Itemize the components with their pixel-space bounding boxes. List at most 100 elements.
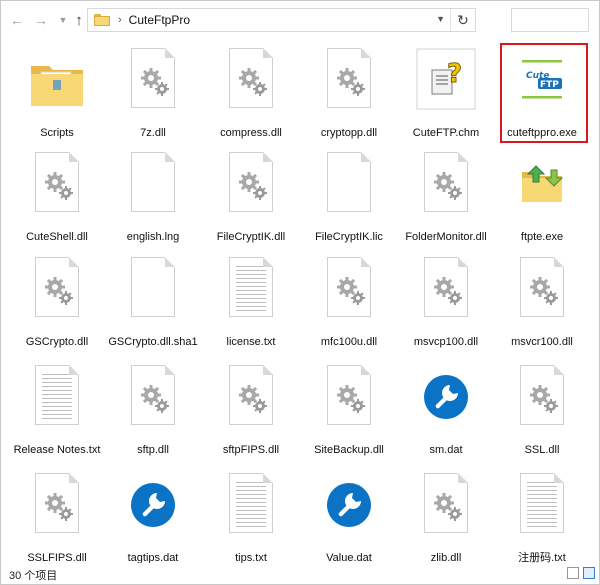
file-item[interactable]: SSL.dll <box>495 359 589 465</box>
file-item[interactable]: msvcr100.dll <box>495 251 589 357</box>
text-file-icon <box>229 473 273 533</box>
file-icon-wrap <box>25 48 89 124</box>
details-view-icon[interactable] <box>567 567 579 579</box>
file-icon-wrap <box>317 257 381 333</box>
text-file-icon <box>520 473 564 533</box>
file-item[interactable]: FileCryptIK.dll <box>204 146 298 252</box>
wrench-icon <box>424 375 468 419</box>
breadcrumb-chevron-icon[interactable]: › <box>118 14 122 26</box>
dll-file-icon <box>35 257 79 317</box>
file-icon-wrap <box>219 152 283 228</box>
file-name: Scripts <box>40 127 74 139</box>
file-name: ftpte.exe <box>520 231 564 243</box>
dll-file-icon <box>131 365 175 425</box>
file-name: english.lng <box>126 231 180 243</box>
file-item[interactable]: SiteBackup.dll <box>302 359 396 465</box>
file-item[interactable]: FileCryptIK.lic <box>302 146 396 252</box>
file-icon-wrap <box>414 152 478 228</box>
help-file-icon: ? <box>416 48 476 110</box>
file-item[interactable]: sm.dat <box>399 359 493 465</box>
file-name: SiteBackup.dll <box>314 444 384 456</box>
dll-file-icon <box>35 152 79 212</box>
file-name: FolderMonitor.dll <box>405 231 487 243</box>
dll-file-icon <box>131 48 175 108</box>
selection-highlight <box>500 43 588 143</box>
file-item[interactable]: 7z.dll <box>106 42 200 148</box>
dll-file-icon <box>35 473 79 533</box>
file-item[interactable]: zlib.dll <box>399 467 493 573</box>
file-name: sm.dat <box>429 444 463 456</box>
file-item[interactable]: mfc100u.dll <box>302 251 396 357</box>
file-item[interactable]: GSCrypto.dll.sha1 <box>106 251 200 357</box>
file-icon-wrap <box>25 257 89 333</box>
file-icon-wrap <box>25 152 89 228</box>
dll-file-icon <box>229 152 273 212</box>
file-name: CuteFTP.chm <box>412 127 480 139</box>
file-name: FileCryptIK.dll <box>216 231 286 243</box>
file-item[interactable]: Value.dat <box>302 467 396 573</box>
file-icon-wrap <box>121 473 185 549</box>
blank-file-icon <box>131 257 175 317</box>
file-icon-wrap <box>317 365 381 441</box>
breadcrumb-current[interactable]: CuteFtpPro <box>129 13 190 27</box>
wrench-icon <box>131 483 175 527</box>
file-grid: Scripts 7z.dll compress.dll cryptopp.dll? Cu… <box>1 39 599 564</box>
file-icon-wrap <box>25 473 89 549</box>
file-item[interactable]: tagtips.dat <box>106 467 200 573</box>
back-arrow-icon[interactable]: ← <box>7 10 27 30</box>
file-item[interactable]: compress.dll <box>204 42 298 148</box>
dll-file-icon <box>424 152 468 212</box>
dll-file-icon <box>520 365 564 425</box>
file-item[interactable]: cryptopp.dll <box>302 42 396 148</box>
file-item[interactable]: ? CuteFTP.chm <box>399 42 493 148</box>
svg-text:?: ? <box>447 59 462 89</box>
dll-file-icon <box>327 48 371 108</box>
file-name: 7z.dll <box>140 127 166 139</box>
file-item[interactable]: sftp.dll <box>106 359 200 465</box>
folder-icon <box>94 14 110 26</box>
file-icon-wrap <box>219 473 283 549</box>
file-item[interactable]: license.txt <box>204 251 298 357</box>
file-name: Release Notes.txt <box>13 444 101 456</box>
address-bar[interactable]: › CuteFtpPro ▼ ↻ <box>87 8 476 32</box>
file-item[interactable]: Release Notes.txt <box>10 359 104 465</box>
file-icon-wrap: ? <box>414 48 478 124</box>
file-item[interactable]: SSLFIPS.dll <box>10 467 104 573</box>
search-input[interactable] <box>511 8 589 32</box>
file-icon-wrap <box>25 365 89 441</box>
file-item[interactable]: english.lng <box>106 146 200 252</box>
file-icon-wrap <box>510 152 574 228</box>
file-item[interactable]: FolderMonitor.dll <box>399 146 493 252</box>
file-icon-wrap <box>510 473 574 549</box>
file-name: sftpFIPS.dll <box>222 444 280 456</box>
large-icons-view-icon[interactable] <box>583 567 595 579</box>
file-name: CuteShell.dll <box>26 231 88 243</box>
file-item[interactable]: tips.txt <box>204 467 298 573</box>
file-item[interactable]: 注册码.txt <box>495 467 589 573</box>
file-item[interactable]: sftpFIPS.dll <box>204 359 298 465</box>
file-item[interactable]: GSCrypto.dll <box>10 251 104 357</box>
forward-arrow-icon[interactable]: → <box>31 10 51 30</box>
file-icon-wrap <box>317 473 381 549</box>
file-name: compress.dll <box>220 127 282 139</box>
explorer-window: ← → ▼ ↑ › CuteFtpPro ▼ ↻ Scripts 7z.dll co… <box>0 0 600 585</box>
file-icon-wrap <box>510 257 574 333</box>
wrench-icon <box>327 483 371 527</box>
file-name: mfc100u.dll <box>320 336 378 348</box>
refresh-icon[interactable]: ↻ <box>450 9 475 31</box>
file-item[interactable]: msvcp100.dll <box>399 251 493 357</box>
up-arrow-icon[interactable]: ↑ <box>69 10 89 30</box>
file-icon-wrap <box>219 48 283 124</box>
file-icon-wrap <box>121 365 185 441</box>
file-name: license.txt <box>226 336 276 348</box>
file-name: FileCryptIK.lic <box>315 231 383 243</box>
folder-icon <box>31 66 83 106</box>
address-dropdown-chevron-icon[interactable]: ▼ <box>436 14 445 24</box>
file-name: msvcr100.dll <box>511 336 573 348</box>
dll-file-icon <box>229 48 273 108</box>
file-name: GSCrypto.dll <box>25 336 89 348</box>
file-item[interactable]: ftpte.exe <box>495 146 589 252</box>
dll-file-icon <box>424 473 468 533</box>
file-item[interactable]: CuteShell.dll <box>10 146 104 252</box>
file-item[interactable]: Scripts <box>10 42 104 148</box>
